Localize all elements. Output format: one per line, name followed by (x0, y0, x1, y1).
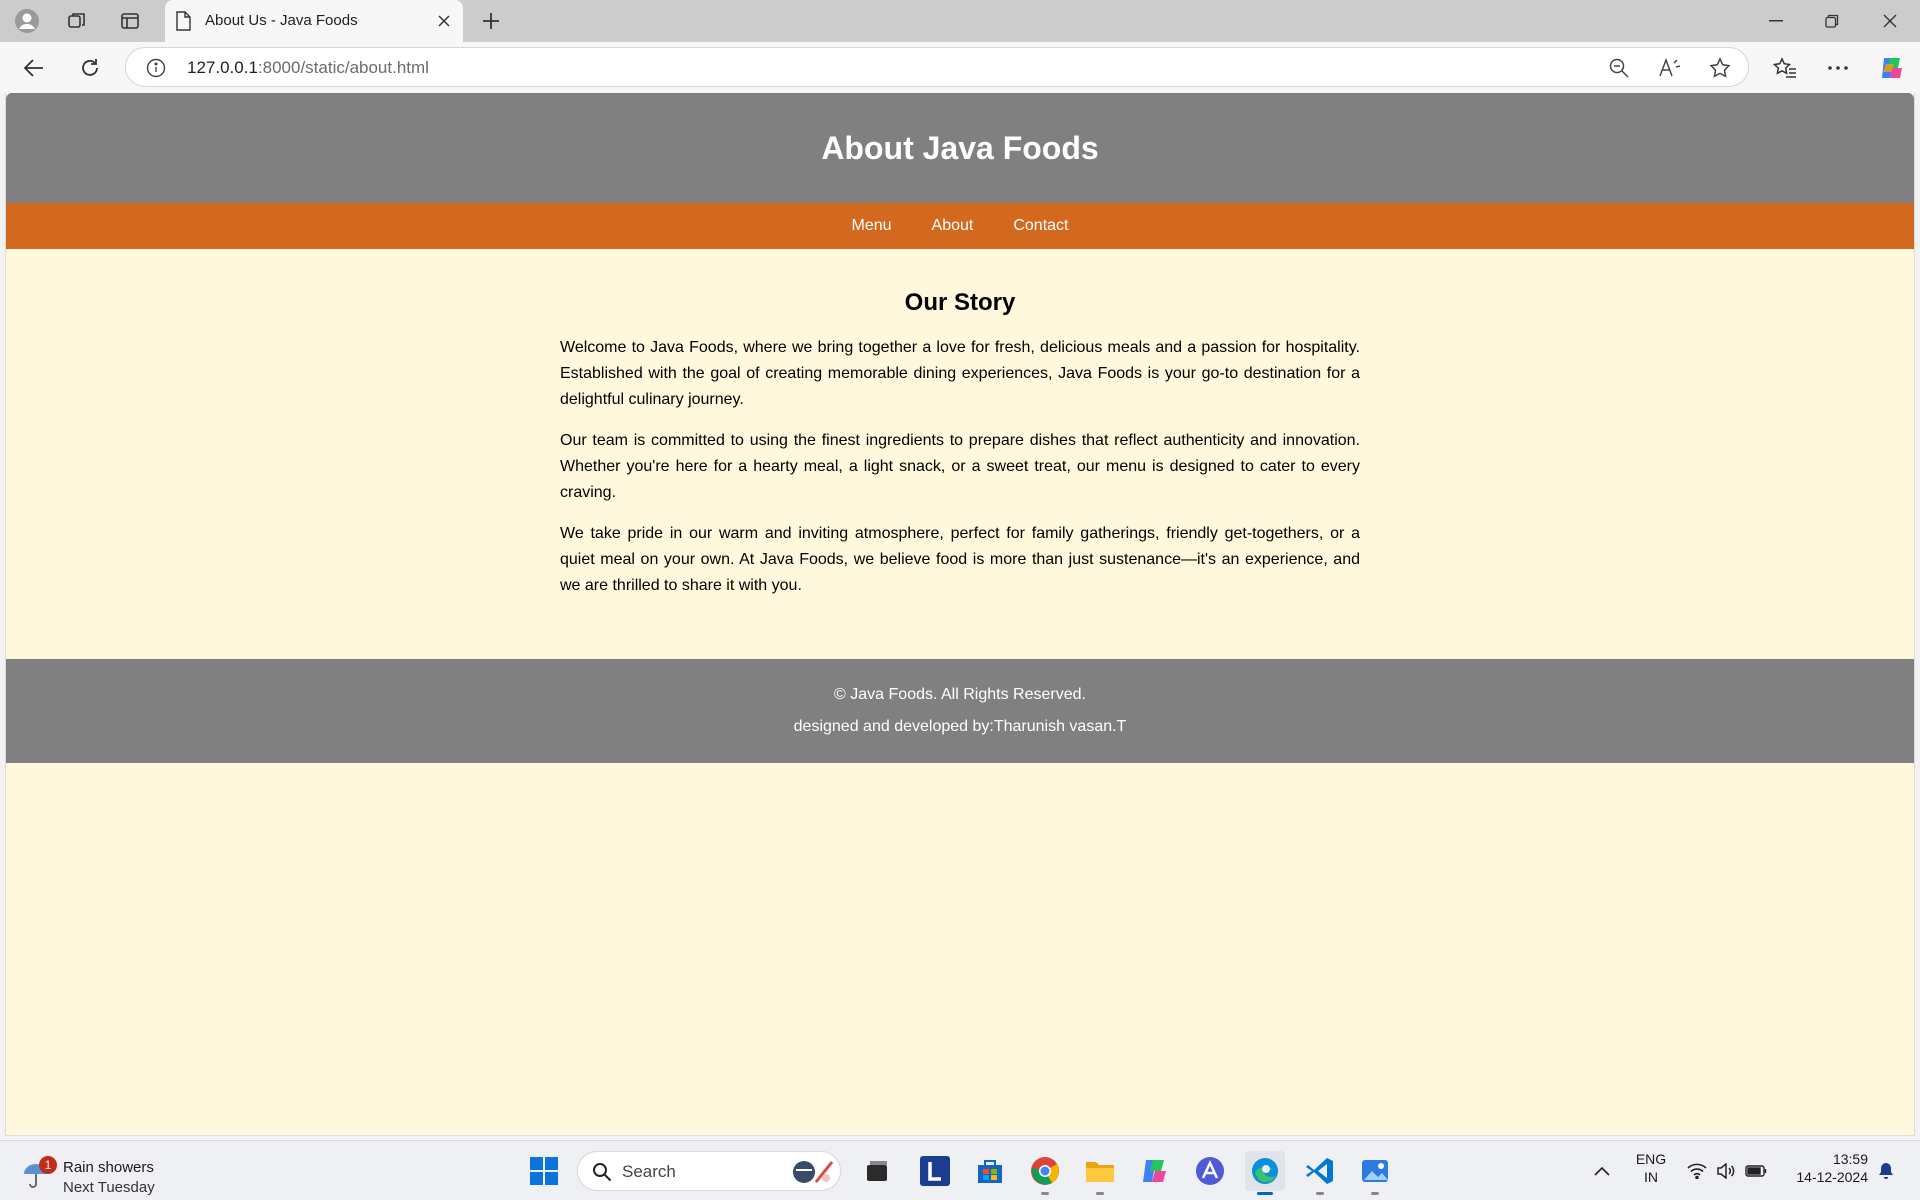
minimize-icon[interactable] (1748, 0, 1804, 42)
lang-line1: ENG (1635, 1151, 1667, 1167)
notification-bell-icon[interactable] (1868, 1151, 1904, 1191)
close-tab-icon[interactable] (433, 10, 455, 32)
page-icon (175, 11, 191, 36)
tab-strip: About Us - Java Foods (0, 0, 1920, 42)
more-options-icon[interactable] (1821, 51, 1855, 85)
task-view-icon[interactable] (857, 1151, 897, 1191)
browser-toolbar: 127.0.0.1:8000/static/about.html (0, 42, 1920, 92)
about-section: Our Story Welcome to Java Foods, where w… (560, 249, 1360, 634)
active-tab[interactable]: About Us - Java Foods (165, 0, 463, 42)
workspaces-icon[interactable] (61, 5, 93, 37)
running-indicator (1096, 1192, 1104, 1195)
favorites-icon[interactable] (1768, 51, 1802, 85)
file-explorer-icon[interactable] (1080, 1151, 1120, 1195)
site-header: About Java Foods (6, 93, 1914, 203)
site-nav: Menu About Contact (6, 203, 1914, 249)
battery-icon[interactable] (1738, 1151, 1774, 1191)
back-icon[interactable] (17, 51, 51, 85)
profile-icon[interactable] (11, 5, 43, 37)
l-app-icon[interactable] (915, 1151, 955, 1191)
search-icon (593, 1163, 612, 1182)
weather-subtitle: Next Tuesday (63, 1179, 155, 1196)
address-bar[interactable]: 127.0.0.1:8000/static/about.html (125, 47, 1749, 87)
site-info-icon[interactable] (140, 52, 172, 84)
vpn-app-icon[interactable] (1190, 1151, 1230, 1191)
close-window-icon[interactable] (1862, 0, 1918, 42)
copilot-icon[interactable] (1875, 51, 1909, 85)
edge-icon[interactable] (1245, 1151, 1285, 1195)
start-icon[interactable] (524, 1151, 564, 1191)
restore-icon[interactable] (1804, 0, 1860, 42)
active-indicator (1257, 1192, 1273, 1195)
nav-link-about[interactable]: About (932, 217, 974, 235)
search-highlight-icon (793, 1161, 834, 1183)
running-indicator (1316, 1192, 1324, 1195)
search-placeholder: Search (622, 1162, 676, 1181)
show-hidden-icons[interactable] (1582, 1151, 1622, 1191)
favorite-star-icon[interactable] (1704, 52, 1736, 84)
page-title: About Java Foods (821, 129, 1099, 166)
photos-icon[interactable] (1355, 1151, 1395, 1195)
taskbar-search[interactable]: Search (577, 1151, 841, 1191)
store-icon[interactable] (970, 1151, 1010, 1191)
nav-link-menu[interactable]: Menu (852, 217, 892, 235)
new-tab-icon[interactable] (475, 5, 507, 37)
copyright-text: © Java Foods. All Rights Reserved. (834, 686, 1086, 703)
clock-date: 14-12-2024 (1796, 1169, 1868, 1185)
refresh-icon[interactable] (73, 51, 107, 85)
nav-link-contact[interactable]: Contact (1013, 217, 1068, 235)
chrome-icon[interactable] (1025, 1151, 1065, 1195)
site-footer: © Java Foods. All Rights Reserved. desig… (6, 659, 1914, 763)
page-viewport: About Java Foods Menu About Contact Our … (5, 93, 1915, 1136)
url-host: 127.0.0.1 (187, 58, 258, 77)
tab-title: About Us - Java Foods (205, 12, 358, 29)
url-text[interactable]: 127.0.0.1:8000/static/about.html (187, 58, 429, 78)
story-paragraph: Our team is committed to using the fines… (560, 432, 1360, 501)
notification-badge: 1 (39, 1156, 57, 1174)
credit-text: designed and developed by:Tharunish vasa… (793, 718, 1127, 735)
clock-time: 13:59 (1832, 1151, 1868, 1167)
running-indicator (1041, 1192, 1049, 1195)
language-indicator[interactable]: ENG IN (1628, 1151, 1674, 1185)
copilot-app-icon[interactable] (1135, 1151, 1175, 1191)
weather-widget[interactable]: 1 Rain showers Next Tuesday (22, 1149, 182, 1196)
lang-line2: IN (1644, 1169, 1658, 1185)
clock[interactable]: 13:59 14-12-2024 (1782, 1151, 1868, 1185)
taskbar: 1 Rain showers Next Tuesday Search ENG I… (0, 1140, 1920, 1200)
url-path: :8000/static/about.html (257, 58, 429, 77)
story-paragraph: Welcome to Java Foods, where we bring to… (560, 339, 1360, 408)
tab-actions-icon[interactable] (114, 5, 146, 37)
section-title: Our Story (904, 289, 1016, 316)
weather-title: Rain showers (63, 1159, 154, 1176)
read-aloud-icon[interactable] (1654, 52, 1686, 84)
vscode-icon[interactable] (1300, 1151, 1340, 1195)
running-indicator (1371, 1192, 1379, 1195)
story-paragraph: We take pride in our warm and inviting a… (560, 525, 1360, 594)
zoom-out-icon[interactable] (1603, 52, 1635, 84)
